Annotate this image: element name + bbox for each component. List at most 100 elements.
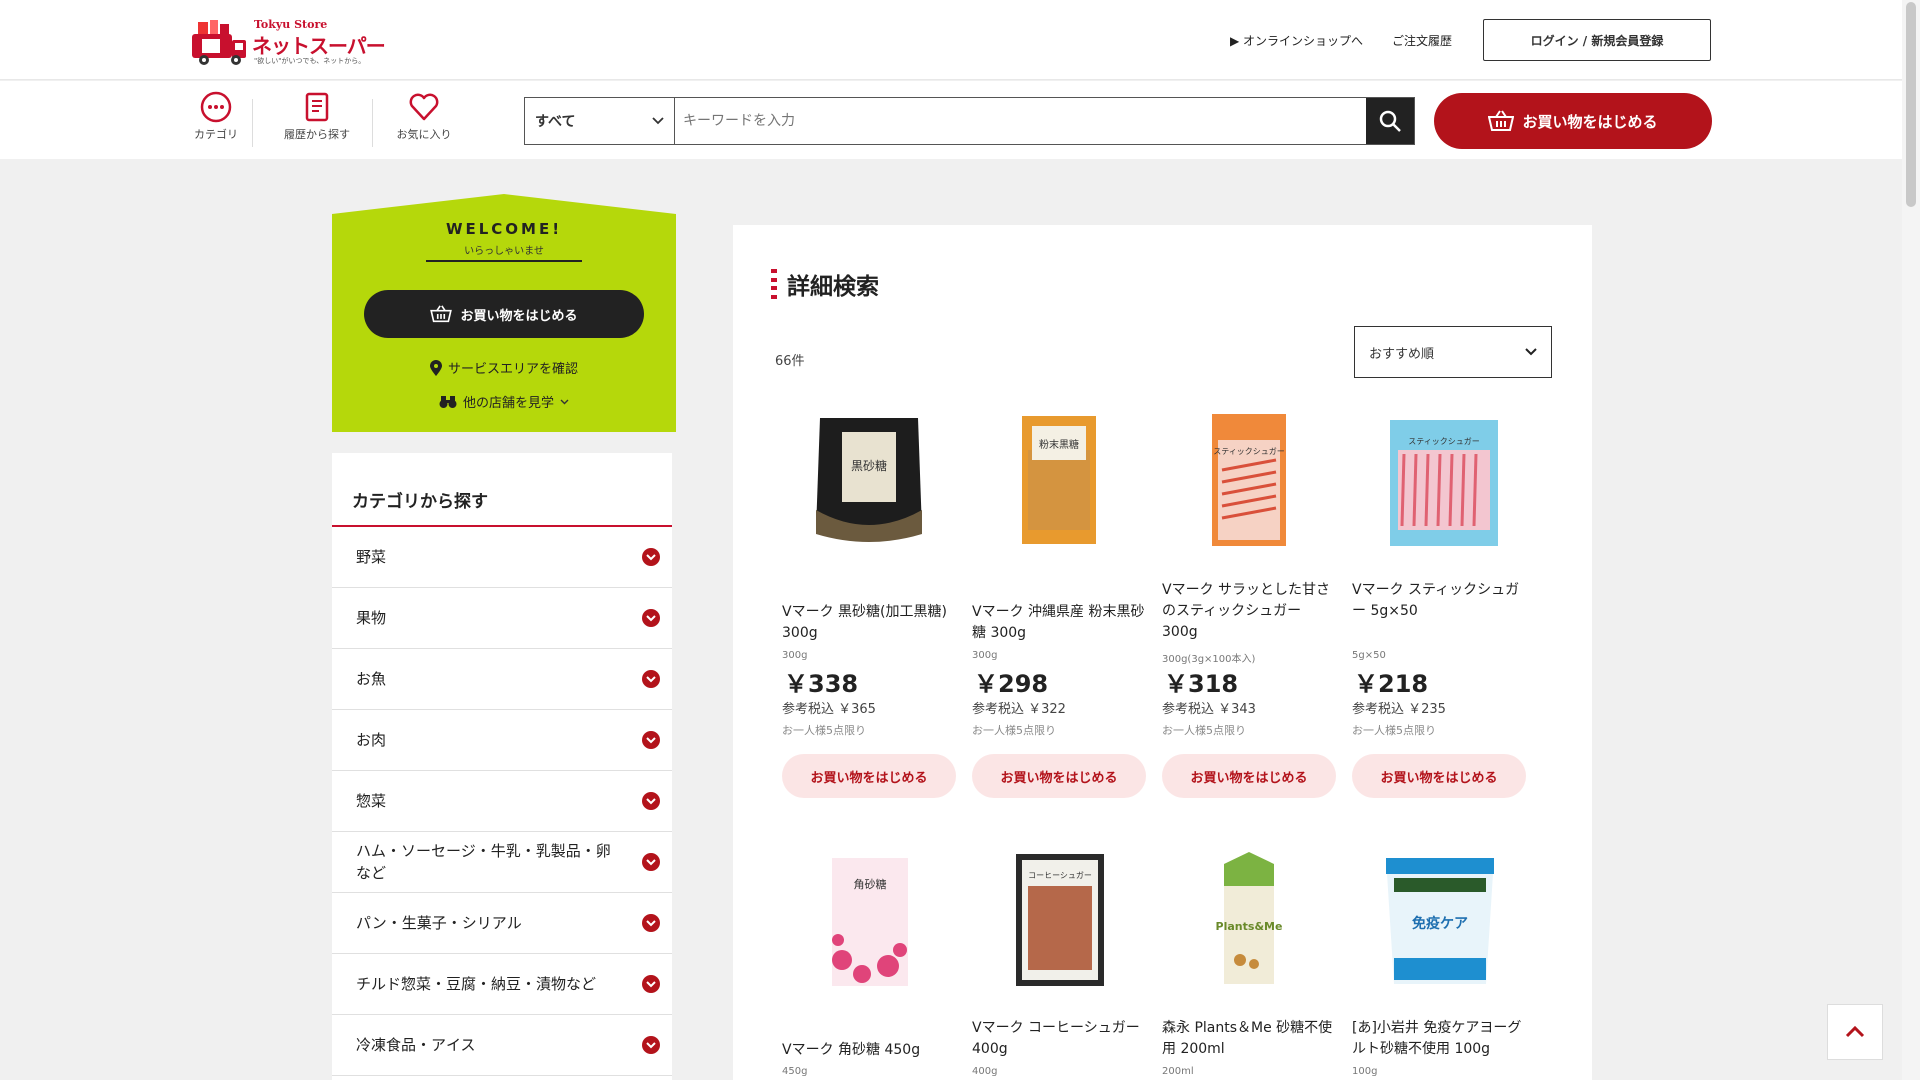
welcome-title: WELCOME! [445,220,563,238]
logo-text: ネットスーパー [252,34,386,58]
product-size: 450g [782,1066,808,1077]
chevron-down-icon [642,914,660,932]
search-form: すべて [524,97,1415,145]
product-image[interactable]: 粉末黒糖 [992,410,1126,550]
sort-select[interactable]: おすすめ順 [1354,326,1552,378]
search-category-select[interactable]: すべて [525,98,675,144]
back-to-top-button[interactable] [1827,1004,1883,1060]
category-label: お魚 [356,669,387,688]
product-tax-price: 参考税込 ￥343 [1162,702,1256,717]
package-label: コーヒーシュガー [1028,870,1092,880]
category-item-fruit[interactable]: 果物 [332,588,672,649]
category-dots-icon [200,91,232,123]
result-count: 66件 [775,354,805,369]
tokyu-store-logo[interactable]: Tokyu Store ネットスーパー "欲しい"がいつでも、ネットから。 [190,12,386,68]
chevron-up-icon [1845,1026,1865,1038]
product-image[interactable]: スティックシュガー [1372,410,1506,550]
product-image[interactable]: コーヒーシュガー [992,850,1126,990]
service-area-link[interactable]: サービスエリアを確認 [332,358,676,377]
logo-tagline: "欲しい"がいつでも、ネットから。 [254,57,366,65]
product-card[interactable]: Plants&Me 森永 Plants＆Me 砂糖不使用 200ml 200ml [1162,850,1336,1080]
category-label: ハム・ソーセージ・牛乳・乳製品・卵など [356,841,611,883]
product-card[interactable]: コーヒーシュガー Vマーク コーヒーシュガー 400g 400g [972,850,1146,1080]
product-start-shopping-button[interactable]: お買い物をはじめる [1352,754,1526,798]
category-item-vegetables[interactable]: 野菜 [332,527,672,588]
chevron-down-icon [642,792,660,810]
nav-category[interactable]: カテゴリ [190,91,242,142]
chevron-down-icon [652,117,664,125]
nav-history[interactable]: 履歴から探す [272,91,362,142]
product-price: ￥338 [784,670,859,698]
category-label: 冷凍食品・アイス [356,1035,476,1054]
product-start-shopping-button[interactable]: お買い物をはじめる [972,754,1146,798]
page-title-text: 詳細検索 [787,274,879,300]
product-size: 200ml [1162,1066,1194,1077]
category-item-dairy[interactable]: ハム・ソーセージ・牛乳・乳製品・卵など [332,832,672,893]
start-shopping-label: お買い物をはじめる [1522,112,1658,131]
product-start-shopping-button[interactable]: お買い物をはじめる [782,754,956,798]
category-item-fish[interactable]: お魚 [332,649,672,710]
product-name[interactable]: Vマーク 黒砂糖(加工黒糖) 300g [782,602,956,644]
product-card[interactable]: 角砂糖 Vマーク 角砂糖 450g 450g [782,850,956,1080]
product-image[interactable]: Plants&Me [1182,850,1316,990]
nav-divider [372,99,373,147]
product-limit: お一人様5点限り [972,724,1056,737]
product-name[interactable]: [あ]小岩井 免疫ケアヨーグルト砂糖不使用 100g [1352,1018,1526,1060]
product-tax-price: 参考税込 ￥365 [782,702,876,717]
product-card[interactable]: 免疫ケア [あ]小岩井 免疫ケアヨーグルト砂糖不使用 100g 100g [1352,850,1526,1080]
online-shop-link[interactable]: ▶ オンラインショップへ [1230,32,1363,49]
category-item-bread[interactable]: パン・生菓子・シリアル [332,893,672,954]
package-label: 免疫ケア [1412,915,1468,932]
category-item-frozen[interactable]: 冷凍食品・アイス [332,1015,672,1076]
category-label: パン・生菓子・シリアル [356,913,522,932]
product-name[interactable]: Vマーク サラッとした甘さのスティックシュガー 300g [1162,580,1336,643]
product-size: 300g [972,650,998,661]
search-results-panel: 詳細検索 66件 おすすめ順 黒砂糖 Vマーク 黒砂糖(加工黒糖) 300g 3… [733,225,1592,1080]
chevron-down-icon [642,548,660,566]
product-size: 100g [1352,1066,1378,1077]
search-button[interactable] [1366,98,1414,144]
chevron-down-icon [1525,348,1537,356]
product-name[interactable]: Vマーク スティックシュガー 5g×50 [1352,580,1526,622]
welcome-divider [426,260,582,262]
chevron-down-icon [642,853,660,871]
basket-icon [1488,110,1515,131]
page-scrollbar[interactable] [1902,0,1920,1080]
scrollbar-thumb[interactable] [1906,2,1916,207]
product-image[interactable]: 角砂糖 [802,850,936,990]
nav-history-label: 履歴から探す [284,128,350,141]
product-image[interactable]: 免疫ケア [1372,850,1506,990]
product-price: ￥318 [1164,670,1239,698]
search-bar-area: カテゴリ 履歴から探す お気に入り すべて お買い物をはじめる [0,81,1902,159]
product-name[interactable]: 森永 Plants＆Me 砂糖不使用 200ml [1162,1018,1336,1060]
product-tax-price: 参考税込 ￥322 [972,702,1066,717]
search-input[interactable] [675,98,1366,144]
category-label: 惣菜 [356,791,387,810]
start-shopping-button[interactable]: お買い物をはじめる [1434,93,1712,149]
chevron-down-icon [642,975,660,993]
login-register-button[interactable]: ログイン / 新規会員登録 [1483,19,1711,61]
welcome-start-shopping-button[interactable]: お買い物をはじめる [364,290,644,338]
chevron-down-icon [642,670,660,688]
category-label: 野菜 [356,547,387,566]
other-stores-link[interactable]: 他の店舗を見学 [332,392,676,411]
category-item-deli[interactable]: 惣菜 [332,771,672,832]
welcome-button-label: お買い物をはじめる [460,308,578,324]
service-area-label: サービスエリアを確認 [447,362,578,377]
product-start-shopping-button[interactable]: お買い物をはじめる [1162,754,1336,798]
package-label: 黒砂糖 [851,458,887,473]
order-history-link[interactable]: ご注文履歴 [1392,32,1452,49]
product-name[interactable]: Vマーク コーヒーシュガー 400g [972,1018,1146,1060]
nav-favorites[interactable]: お気に入り [390,91,458,142]
product-image[interactable]: スティックシュガー [1182,410,1316,550]
category-label: お肉 [356,730,387,749]
product-size: 300g [782,650,808,661]
binoculars-icon [439,395,457,408]
category-sidebar-title: カテゴリから探す [332,453,672,527]
product-name[interactable]: Vマーク 沖縄県産 粉末黒砂糖 300g [972,602,1146,644]
product-price: ￥218 [1354,670,1429,698]
product-name[interactable]: Vマーク 角砂糖 450g [782,1040,956,1061]
category-item-chilled[interactable]: チルド惣菜・豆腐・納豆・漬物など [332,954,672,1015]
category-item-meat[interactable]: お肉 [332,710,672,771]
product-image[interactable]: 黒砂糖 [802,410,936,550]
